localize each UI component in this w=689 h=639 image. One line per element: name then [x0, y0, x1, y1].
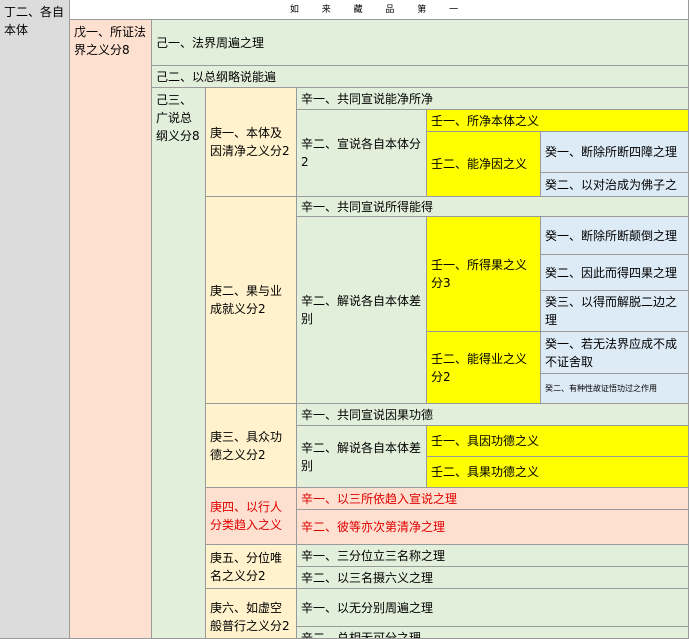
cell-geng1-gui2[interactable]: 癸二、以对治成为佛子之 [541, 173, 689, 197]
spreadsheet-grid: 如 来 藏 品 第 一 丁二、各自本体 戊一、所证法界之义分8 己一、法界周遍之… [0, 0, 689, 639]
cell-wu1[interactable]: 戊一、所证法界之义分8 [70, 20, 152, 639]
cell-ji2[interactable]: 己二、以总纲略说能遍 [152, 66, 689, 88]
cell-geng2-ren2[interactable]: 壬二、能得业之义分2 [427, 332, 541, 404]
cell-geng5-xin1[interactable]: 辛一、三分位立三名称之理 [297, 545, 689, 567]
cell-geng1[interactable]: 庚一、本体及因清净之义分2 [206, 88, 297, 197]
cell-geng6-xin1[interactable]: 辛一、以无分别周遍之理 [297, 589, 689, 627]
cell-geng2-ren1[interactable]: 壬一、所得果之义分3 [427, 217, 541, 332]
cell-geng1-xin1[interactable]: 辛一、共同宣说能净所净 [297, 88, 689, 110]
cell-geng2-gui3[interactable]: 癸三、以得而解脱二边之理 [541, 291, 689, 332]
cell-geng2-xin1[interactable]: 辛一、共同宣说所得能得 [297, 197, 689, 217]
cell-ding2[interactable]: 丁二、各自本体 [0, 0, 70, 639]
cell-ji1[interactable]: 己一、法界周遍之理 [152, 20, 689, 66]
cell-geng1-gui1[interactable]: 癸一、断除所断四障之理 [541, 132, 689, 173]
cell-geng3-xin2[interactable]: 辛二、解说各自本体差别 [297, 426, 427, 488]
cell-geng5-xin2[interactable]: 辛二、以三名摄六义之理 [297, 567, 689, 589]
sheet-title[interactable]: 如 来 藏 品 第 一 [70, 0, 689, 20]
cell-geng2-gui1[interactable]: 癸一、断除所断颠倒之理 [541, 217, 689, 255]
cell-geng5[interactable]: 庚五、分位唯名之义分2 [206, 545, 297, 589]
cell-geng2-xin2[interactable]: 辛二、解说各自本体差别 [297, 217, 427, 404]
cell-geng6[interactable]: 庚六、如虚空般普行之义分2 [206, 589, 297, 639]
cell-geng3[interactable]: 庚三、具众功德之义分2 [206, 404, 297, 488]
cell-geng1-xin2[interactable]: 辛二、宣说各自本体分2 [297, 110, 427, 197]
cell-geng3-xin1[interactable]: 辛一、共同宣说因果功德 [297, 404, 689, 426]
cell-geng3-ren2[interactable]: 壬二、具果功德之义 [427, 457, 689, 488]
cell-geng4[interactable]: 庚四、以行人分类趋入之义 [206, 488, 297, 545]
cell-geng2-gui2[interactable]: 癸二、因此而得四果之理 [541, 255, 689, 291]
cell-geng6-xin2[interactable]: 辛二、总相无可分之理 [297, 627, 689, 639]
cell-geng4-xin2[interactable]: 辛二、彼等亦次第清净之理 [297, 510, 689, 545]
cell-geng2[interactable]: 庚二、果与业成就义分2 [206, 197, 297, 404]
cell-geng1-ren2[interactable]: 壬二、能净因之义 [427, 132, 541, 197]
cell-geng2-gui4[interactable]: 癸一、若无法界应成不成不证舍取 [541, 332, 689, 374]
cell-ji3[interactable]: 己三、广说总纲义分8 [152, 88, 206, 639]
cell-geng4-xin1[interactable]: 辛一、以三所依趋入宣说之理 [297, 488, 689, 510]
cell-geng1-ren1[interactable]: 壬一、所净本体之义 [427, 110, 689, 132]
cell-geng3-ren1[interactable]: 壬一、具因功德之义 [427, 426, 689, 457]
cell-geng2-gui5[interactable]: 癸二、有种性故证悟功过之作用 [541, 374, 689, 404]
